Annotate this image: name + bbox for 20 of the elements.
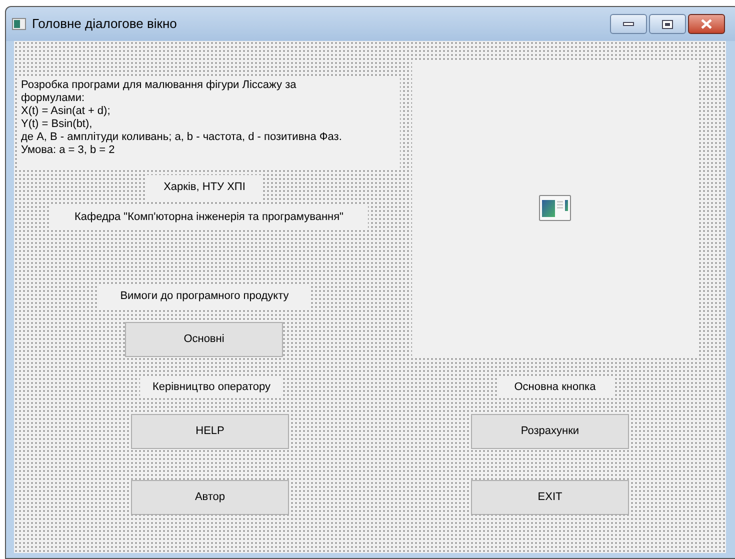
maximize-icon [662,20,673,28]
maximize-button[interactable] [649,14,686,34]
minimize-button[interactable] [610,14,647,34]
form-button[interactable]: Основні [125,322,283,357]
minimize-icon [623,22,634,26]
window-title: Головне діалогове вікно [32,15,177,34]
image-placeholder-icon [539,195,571,221]
description-label: Розробка програми для малювання фігури Ліссажу за формулами: X(t) = Asin(at + d); Y(t) = Bsin(bt), де A, B - амплітуди коливань; a, b - частота, d - позитивна Фаз. Умова: a = 3, b = 2 [18,78,400,169]
close-icon [701,19,712,29]
label: Вимоги до програмного продукту [98,285,311,308]
label: Кафедра "Комп'юторна інженерія та програмування" [50,205,368,230]
close-button[interactable] [688,14,725,34]
label: Керівництво оператору [140,377,283,398]
form-button[interactable]: HELP [131,414,289,449]
label: Основна кнопка [497,377,613,398]
app-icon [12,18,26,30]
label: Харків, НТУ ХПІ [146,175,263,200]
form-button[interactable]: Автор [131,480,289,515]
form-button[interactable]: Розрахунки [471,414,629,449]
form-button[interactable]: EXIT [471,480,629,515]
